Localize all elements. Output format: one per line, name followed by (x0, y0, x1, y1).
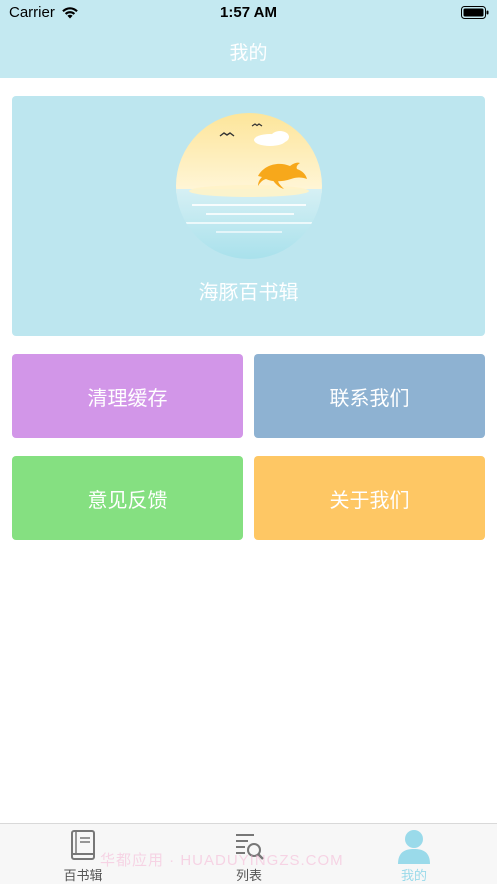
profile-hero-card: 海豚百书辑 (12, 96, 485, 336)
clear-cache-button[interactable]: 清理缓存 (12, 354, 243, 438)
clock: 1:57 AM (220, 4, 277, 21)
dolphin-logo-icon (176, 113, 322, 259)
battery-icon (461, 6, 489, 19)
book-icon (71, 830, 95, 860)
page-title: 我的 (229, 42, 268, 64)
clear-cache-label: 清理缓存 (87, 385, 168, 410)
contact-us-button[interactable]: 联系我们 (254, 354, 485, 438)
feedback-button[interactable]: 意见反馈 (12, 456, 243, 540)
watermark: 华都应用 · HUADUYINGZS.COM (100, 852, 344, 869)
app-name: 海豚百书辑 (198, 280, 299, 304)
contact-us-label: 联系我们 (329, 385, 410, 410)
person-icon (398, 830, 430, 864)
status-bar: Carrier 1:57 AM (0, 0, 497, 28)
feedback-label: 意见反馈 (87, 487, 168, 512)
about-us-button[interactable]: 关于我们 (254, 456, 485, 540)
about-us-label: 关于我们 (329, 487, 410, 512)
navigation-header: Carrier 1:57 AM 我的 (0, 0, 497, 78)
